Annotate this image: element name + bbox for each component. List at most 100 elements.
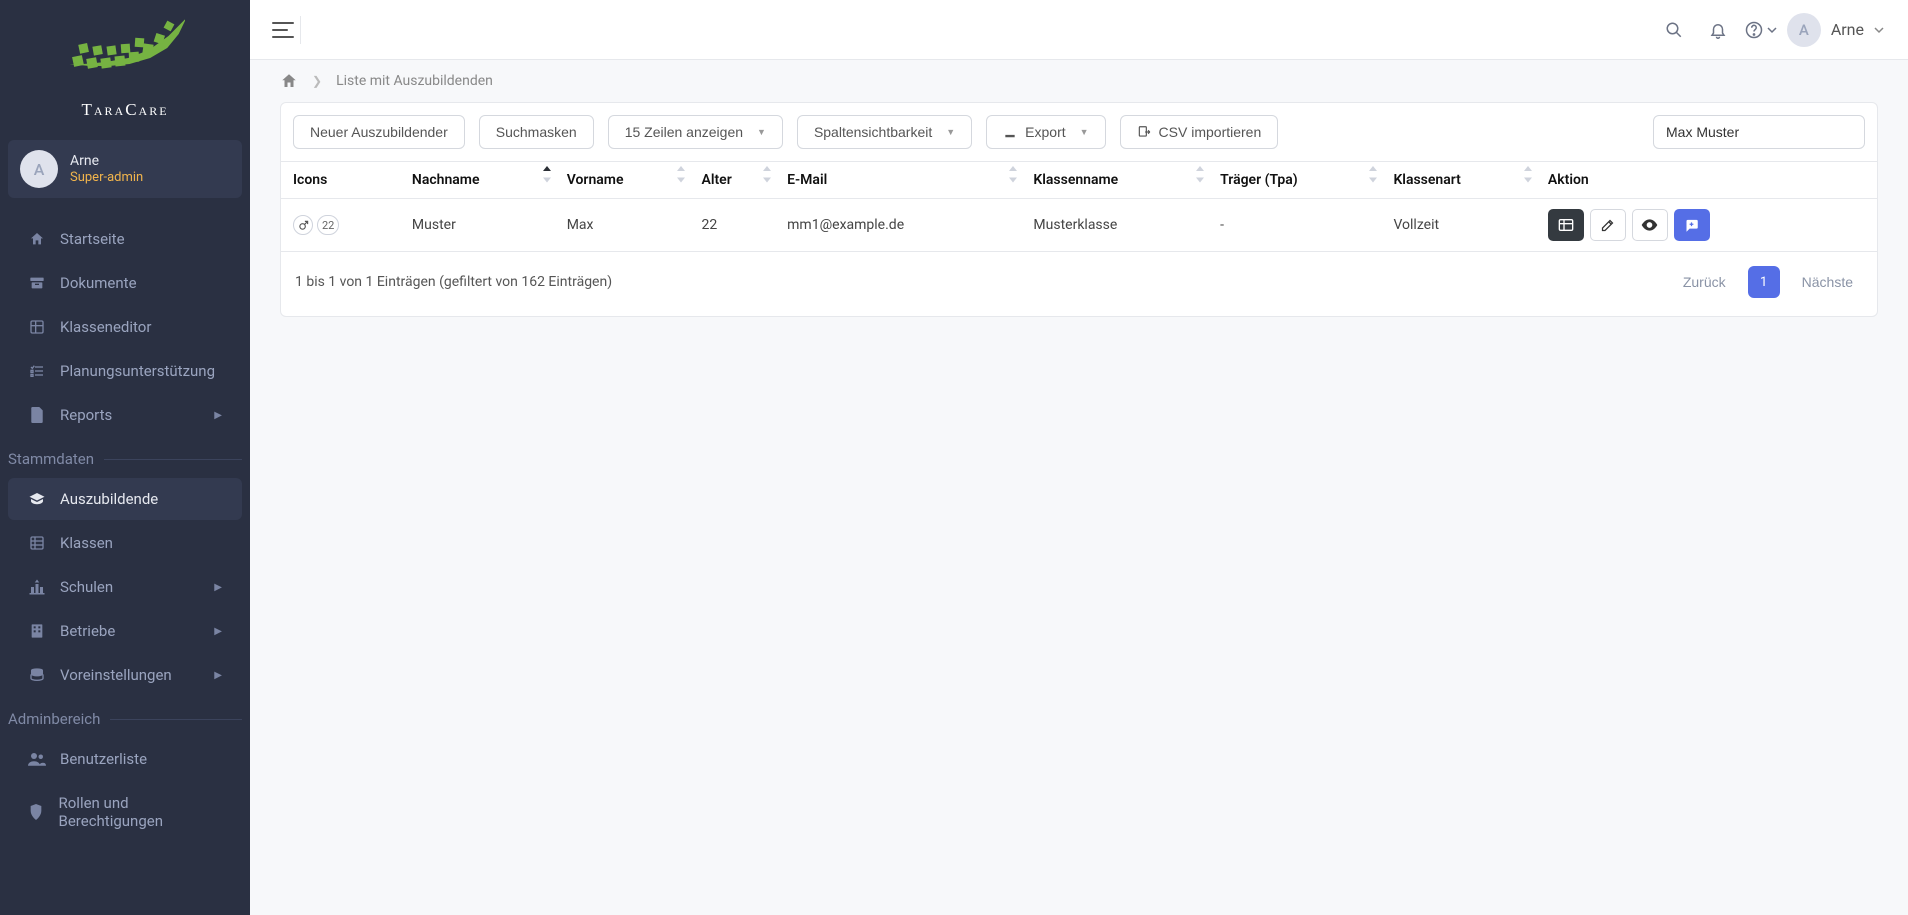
table-card: Neuer Auszubildender Suchmasken 15 Zeile… [280,102,1878,317]
col-email[interactable]: E-Mail [779,162,1025,199]
nav-betriebe[interactable]: Betriebe ▶ [8,610,242,652]
nav-planung[interactable]: Planungsunterstützung [8,350,242,392]
action-edit-button[interactable] [1590,209,1626,241]
users-icon [28,752,46,766]
nav-klasseneditor[interactable]: Klasseneditor [8,306,242,348]
nav-label: Benutzerliste [60,750,147,768]
user-menu[interactable]: A Arne [1787,13,1884,47]
breadcrumb: ❯ Liste mit Auszubildenden [250,60,1908,94]
row-actions [1548,209,1865,241]
action-view-button[interactable] [1632,209,1668,241]
nav-label: Voreinstellungen [60,666,172,684]
sidebar-user-card[interactable]: A Arne Super-admin [8,140,242,198]
shield-icon [28,804,45,820]
caret-right-icon: ▶ [214,626,222,637]
section-stammdaten: Stammdaten [0,442,250,476]
home-icon [280,72,298,90]
cell-alter: 22 [693,199,779,252]
col-traeger[interactable]: Träger (Tpa) [1212,162,1385,199]
rows-per-page-button[interactable]: 15 Zeilen anzeigen▼ [608,115,783,149]
page-number[interactable]: 1 [1748,266,1780,298]
nav-benutzerliste[interactable]: Benutzerliste [8,738,242,780]
col-klassenart[interactable]: Klassenart [1385,162,1539,199]
row-icons: 22 [293,215,396,235]
section-admin: Adminbereich [0,702,250,736]
col-aktion: Aktion [1540,162,1877,199]
col-vorname[interactable]: Vorname [559,162,694,199]
age-badge: 22 [317,215,339,235]
help-button[interactable] [1745,13,1777,47]
nav-reports[interactable]: Reports ▶ [8,394,242,436]
page-next-button[interactable]: Nächste [1792,268,1863,296]
cell-klassenname: Musterklasse [1025,199,1212,252]
col-icons: Icons [281,162,404,199]
cell-nachname: Muster [404,199,559,252]
caret-down-icon: ▼ [1080,127,1089,137]
school-icon [28,579,46,595]
col-nachname[interactable]: Nachname [404,162,559,199]
chevron-right-icon: ❯ [312,74,322,88]
new-trainee-button[interactable]: Neuer Auszubildender [293,115,465,149]
nav-klassen[interactable]: Klassen [8,522,242,564]
cell-klassenart: Vollzeit [1385,199,1539,252]
section-label: Stammdaten [8,450,94,468]
col-klassenname[interactable]: Klassenname [1025,162,1212,199]
nav-startseite[interactable]: Startseite [8,218,242,260]
archive-icon [28,276,46,290]
nav-dokumente[interactable]: Dokumente [8,262,242,304]
menu-toggle[interactable] [268,16,301,44]
label: Klassenname [1033,172,1118,188]
label: E-Mail [787,172,827,188]
table-icon [1558,218,1574,232]
user-role: Super-admin [70,170,143,185]
caret-down-icon: ▼ [757,127,766,137]
nav-label: Betriebe [60,622,115,640]
page-prev-button[interactable]: Zurück [1673,268,1736,296]
column-visibility-button[interactable]: Spaltensichtbarkeit▼ [797,115,972,149]
nav-label: Klassen [60,534,113,552]
caret-right-icon: ▶ [214,670,222,681]
label: Spaltensichtbarkeit [814,124,932,140]
file-icon [28,407,46,423]
table-row: 22 Muster Max 22 mm1@example.de Musterkl… [281,199,1877,252]
nav-label: Planungsunterstützung [60,362,215,380]
trainees-table: Icons Nachname Vorname Alter E-Mail Klas… [281,161,1877,252]
notifications-button[interactable] [1701,13,1735,47]
table-info: 1 bis 1 von 1 Einträgen (gefiltert von 1… [295,274,612,290]
nav-label: Dokumente [60,274,137,292]
breadcrumb-home[interactable] [280,72,298,90]
nav-schulen[interactable]: Schulen ▶ [8,566,242,608]
avatar: A [20,150,58,188]
bell-icon [1709,21,1727,39]
label: Neuer Auszubildender [310,124,448,140]
topbar: A Arne [250,0,1908,60]
user-name: Arne [1831,20,1864,39]
building-icon [28,623,46,639]
action-details-button[interactable] [1548,209,1584,241]
import-icon [1137,125,1151,139]
nav-voreinstellungen[interactable]: Voreinstellungen ▶ [8,654,242,696]
search-button[interactable] [1657,13,1691,47]
col-alter[interactable]: Alter [693,162,779,199]
nav-main: Startseite Dokumente Klasseneditor Planu… [0,212,250,860]
main: A Arne ❯ Liste mit Auszubildenden Neuer … [250,0,1908,915]
csv-import-button[interactable]: CSV importieren [1120,115,1279,149]
nav-rollen[interactable]: Rollen und Berechtigungen [8,782,242,842]
nav-auszubildende[interactable]: Auszubildende [8,478,242,520]
label: Suchmasken [496,124,577,140]
section-label: Adminbereich [8,710,100,728]
avatar: A [1787,13,1821,47]
nav-label: Auszubildende [60,490,158,508]
chevron-down-icon [1874,25,1884,35]
chevron-down-icon [1767,25,1777,35]
searchmasks-button[interactable]: Suchmasken [479,115,594,149]
grid-icon [28,319,46,335]
action-comment-button[interactable] [1674,209,1710,241]
caret-right-icon: ▶ [214,410,222,421]
tasks-icon [28,363,46,379]
label: Alter [701,172,731,188]
home-icon [28,231,46,247]
export-button[interactable]: Export▼ [986,115,1105,149]
table-search-input[interactable] [1653,115,1865,149]
rows-icon [28,535,46,551]
